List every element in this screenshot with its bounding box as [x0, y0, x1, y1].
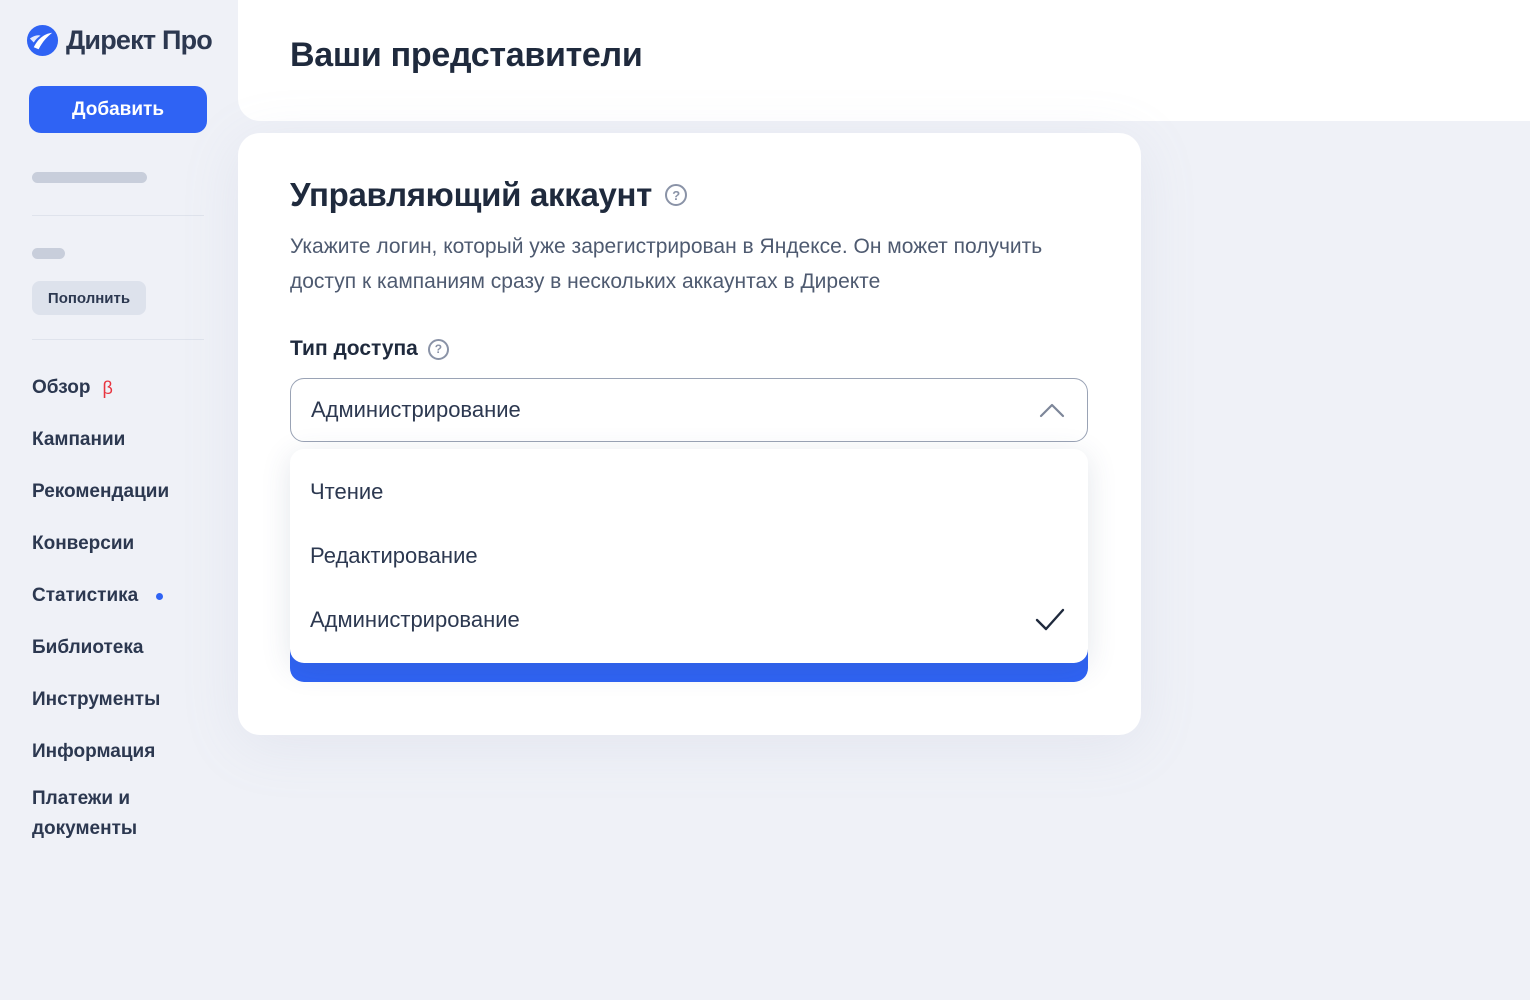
- access-type-label: Тип доступа ?: [290, 337, 449, 361]
- option-label: Чтение: [310, 479, 384, 504]
- sidebar-divider: [32, 339, 204, 340]
- brand-name: Директ Про: [66, 25, 213, 55]
- add-button[interactable]: Добавить: [29, 86, 207, 133]
- sidebar: Директ Про Добавить Пополнить Обзор β Ка…: [0, 0, 238, 1000]
- card-title: Управляющий аккаунт ?: [290, 176, 688, 214]
- option-admin[interactable]: Администрирование: [290, 588, 1088, 652]
- brand-logo[interactable]: Директ Про: [26, 24, 213, 57]
- sidebar-item-label: Кампании: [32, 429, 126, 450]
- sidebar-item-label: Рекомендации: [32, 481, 170, 502]
- checkmark-icon: [1035, 608, 1065, 631]
- sidebar-item-label: Информация: [32, 741, 156, 762]
- page-header: Ваши представители: [238, 0, 1530, 121]
- option-label: Редактирование: [310, 543, 478, 568]
- yandex-direct-logo-icon: [26, 24, 59, 57]
- access-type-dropdown: Чтение Редактирование Администрирование: [290, 449, 1088, 663]
- select-value: Администрирование: [311, 397, 521, 422]
- sidebar-item-label: Обзор: [32, 377, 91, 398]
- card-title-text: Управляющий аккаунт: [290, 176, 653, 213]
- sidebar-item-campaigns[interactable]: Кампании: [32, 414, 232, 466]
- question-circle-icon[interactable]: ?: [665, 184, 688, 206]
- option-edit[interactable]: Редактирование: [290, 524, 1088, 588]
- sidebar-item-tools[interactable]: Инструменты: [32, 674, 232, 726]
- sidebar-divider: [32, 215, 204, 216]
- sidebar-item-statistics[interactable]: Статистика: [32, 570, 232, 622]
- top-up-button[interactable]: Пополнить: [32, 281, 146, 315]
- sidebar-item-library[interactable]: Библиотека: [32, 622, 232, 674]
- chevron-up-icon: [1039, 403, 1065, 418]
- loading-placeholder: [32, 172, 147, 183]
- notification-dot: [156, 592, 164, 600]
- sidebar-item-label: Инструменты: [32, 689, 161, 710]
- sidebar-item-overview[interactable]: Обзор β: [32, 362, 232, 414]
- sidebar-item-information[interactable]: Информация: [32, 726, 232, 778]
- option-label: Администрирование: [310, 607, 520, 632]
- sidebar-item-label: Библиотека: [32, 637, 144, 658]
- managing-account-card: Управляющий аккаунт ? Укажите логин, кот…: [238, 133, 1141, 735]
- sidebar-item-payments[interactable]: Платежи и документы: [32, 784, 172, 844]
- access-type-label-text: Тип доступа: [290, 337, 418, 360]
- sidebar-item-label: Платежи и документы: [32, 788, 138, 839]
- page-title: Ваши представители: [290, 36, 643, 74]
- option-read[interactable]: Чтение: [290, 460, 1088, 524]
- loading-placeholder-balance: [32, 248, 65, 259]
- beta-badge: β: [102, 377, 113, 398]
- sidebar-nav: Обзор β Кампании Рекомендации Конверсии …: [32, 362, 232, 844]
- sidebar-item-recommendations[interactable]: Рекомендации: [32, 466, 232, 518]
- card-description: Укажите логин, который уже зарегистриров…: [290, 235, 1043, 293]
- sidebar-item-label: Статистика: [32, 585, 139, 606]
- sidebar-item-label: Конверсии: [32, 533, 135, 554]
- access-type-select[interactable]: Администрирование: [290, 378, 1088, 442]
- question-circle-icon[interactable]: ?: [427, 338, 449, 360]
- sidebar-item-conversions[interactable]: Конверсии: [32, 518, 232, 570]
